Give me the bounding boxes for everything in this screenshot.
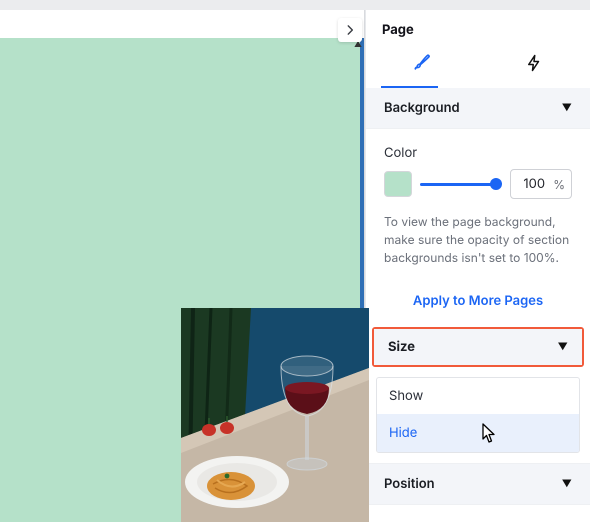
panel-collapse-button[interactable]: [338, 18, 362, 42]
opacity-unit: %: [549, 177, 565, 192]
color-swatch[interactable]: [384, 171, 412, 197]
chevron-down-icon: ▼: [562, 102, 572, 114]
dropdown-option-hide[interactable]: Hide: [377, 414, 579, 452]
section-head-background[interactable]: Background ▼: [366, 88, 590, 129]
chevron-right-icon: [343, 23, 357, 37]
brush-icon: [412, 53, 432, 73]
tab-design[interactable]: [366, 40, 478, 86]
section-label: Size: [388, 339, 415, 355]
opacity-input[interactable]: 100 %: [510, 169, 572, 199]
section-label: Position: [384, 476, 435, 492]
color-label: Color: [366, 129, 590, 169]
apply-to-more-pages-link[interactable]: Apply to More Pages: [413, 293, 543, 309]
canvas-image: [181, 308, 369, 522]
chevron-down-icon: ▼: [558, 341, 568, 353]
chevron-down-icon: ▼: [562, 478, 572, 490]
option-label: Show: [389, 388, 423, 404]
section-head-position[interactable]: Position ▼: [366, 463, 590, 505]
opacity-value: 100: [519, 176, 549, 192]
option-label: Hide: [389, 425, 417, 441]
opacity-slider[interactable]: [420, 175, 502, 193]
section-label: Background: [384, 100, 460, 116]
tab-actions[interactable]: [478, 40, 590, 86]
inspector-panel: Page Background ▼ Color: [365, 10, 590, 522]
lightning-icon: [525, 54, 543, 72]
section-head-size[interactable]: Size ▼: [374, 329, 582, 365]
dropdown-option-show[interactable]: Show: [377, 378, 579, 414]
background-hint: To view the page background, make sure t…: [366, 199, 590, 273]
panel-title: Page: [366, 10, 590, 40]
size-dropdown: Show Hide: [376, 377, 580, 453]
cursor-icon: [477, 424, 495, 442]
section-size-highlighted: Size ▼: [372, 327, 584, 367]
